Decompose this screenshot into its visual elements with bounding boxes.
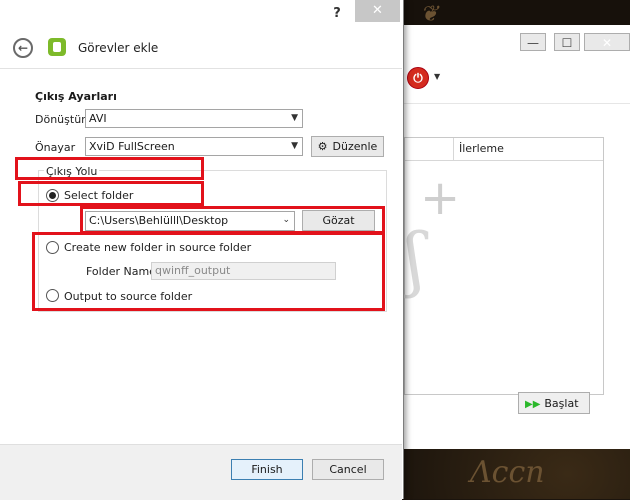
column-separator[interactable] [453,138,454,160]
app-icon [48,38,66,56]
task-list[interactable]: İlerleme + ʃ [404,137,604,395]
preset-select[interactable]: XviD FullScreen ▼ [85,137,303,156]
preset-label: Önayar [35,141,76,154]
annotation-box-select-folder [18,181,204,206]
dialog-footer: Finish Cancel [0,444,402,500]
background-ornament-bottom: Λccn [470,455,545,490]
power-icon[interactable]: ⏻ [407,67,429,89]
dialog-header: ← Görevler ekle [0,30,402,69]
play-icon: ▶▶ [525,399,541,410]
preset-value: XviD FullScreen [89,140,175,153]
main-window: — ☐ ✕ ⏻ ▼ İlerleme + ʃ ▶▶ Başlat [403,25,630,449]
add-tasks-dialog: ? ✕ ← Görevler ekle Çıkış Ayarları Dönüş… [0,0,404,500]
chevron-down-icon[interactable]: ▼ [434,72,440,81]
convert-value: AVI [89,112,107,125]
main-titlebar: — ☐ ✕ [404,25,630,63]
output-settings-title: Çıkış Ayarları [35,90,117,103]
back-arrow-icon[interactable]: ← [13,38,33,58]
watermark-logo: ʃ [405,218,425,300]
background-ornament: ❦ [420,2,439,27]
maximize-button[interactable]: ☐ [554,33,580,51]
annotation-box-path [80,206,385,234]
help-icon[interactable]: ? [325,6,349,24]
chevron-down-icon: ▼ [291,141,298,151]
start-button-label: Başlat [544,397,579,410]
dialog-titlebar: ? ✕ [0,0,403,30]
convert-select[interactable]: AVI ▼ [85,109,303,128]
progress-column-header[interactable]: İlerleme [459,142,504,155]
minimize-button[interactable]: — [520,33,546,51]
gear-icon: ⚙ [317,140,328,153]
edit-button[interactable]: ⚙ Düzenle [311,136,384,157]
convert-label: Dönüştür [35,113,86,126]
close-icon[interactable]: ✕ [355,0,400,22]
edit-button-label: Düzenle [332,140,378,153]
dialog-title: Görevler ekle [78,41,159,55]
start-button[interactable]: ▶▶ Başlat [518,392,590,414]
dialog-body: Çıkış Ayarları Dönüştür AVI ▼ Önayar Xvi… [0,69,402,444]
annotation-box-options [32,232,385,311]
finish-button[interactable]: Finish [231,459,303,480]
annotation-box-output-path [15,157,204,180]
main-close-button[interactable]: ✕ [584,33,630,51]
chevron-down-icon: ▼ [291,113,298,123]
task-list-header: İlerleme [405,138,603,161]
cancel-button[interactable]: Cancel [312,459,384,480]
main-toolbar: ⏻ ▼ [404,63,630,104]
